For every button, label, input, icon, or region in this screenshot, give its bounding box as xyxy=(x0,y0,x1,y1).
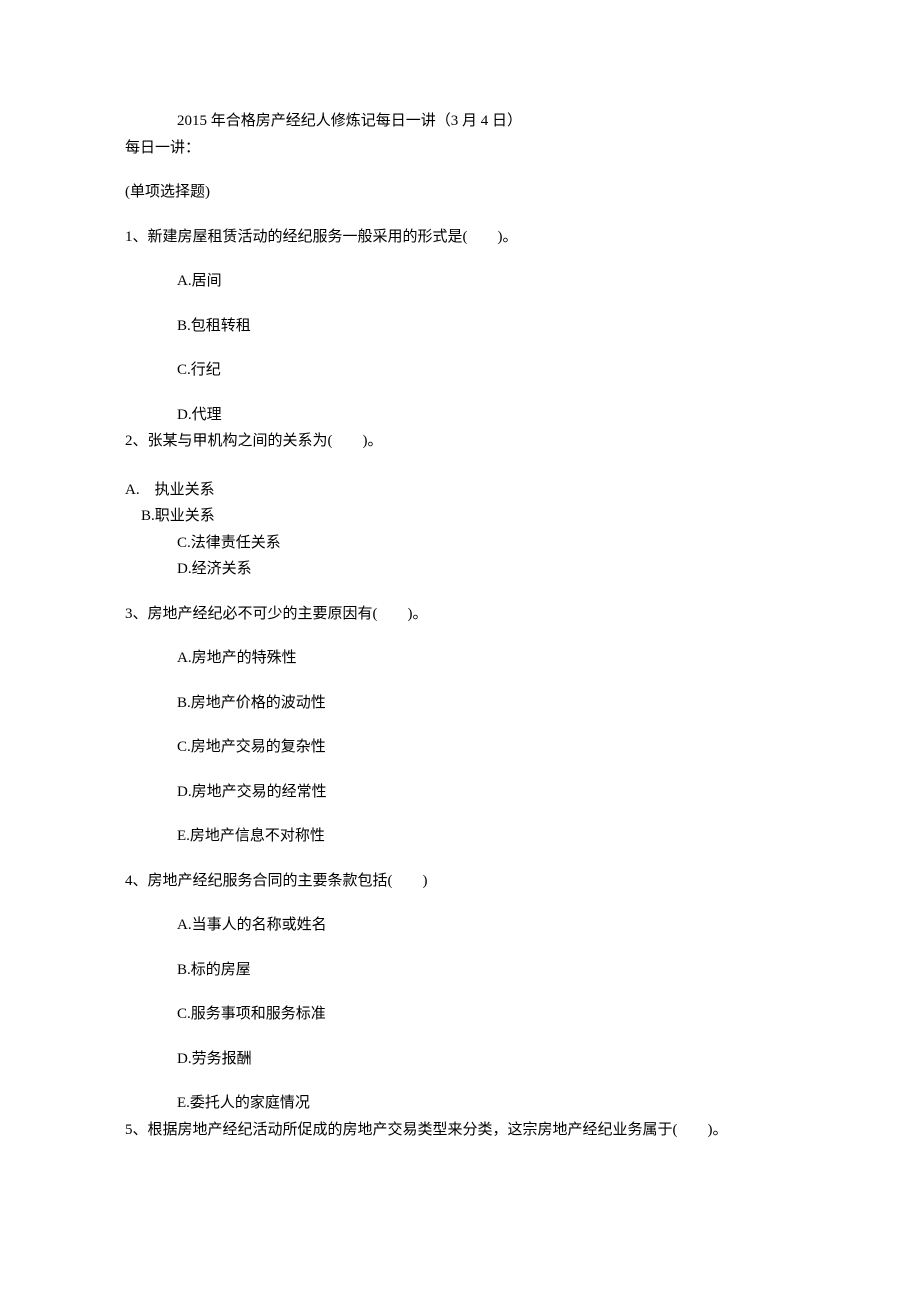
question-3-stem: 3、房地产经纪必不可少的主要原因有( )。 xyxy=(125,603,795,626)
question-4-stem: 4、房地产经纪服务合同的主要条款包括( ) xyxy=(125,870,795,893)
question-2-stem: 2、张某与甲机构之间的关系为( )。 xyxy=(125,430,795,453)
question-4-option-a: A.当事人的名称或姓名 xyxy=(177,914,795,937)
question-1-option-a: A.居间 xyxy=(177,270,795,293)
question-3-option-d: D.房地产交易的经常性 xyxy=(177,781,795,804)
question-4-option-e: E.委托人的家庭情况 xyxy=(177,1092,795,1115)
question-2-option-c: C.法律责任关系 xyxy=(177,532,795,555)
question-4-option-d: D.劳务报酬 xyxy=(177,1048,795,1071)
question-1-option-b: B.包租转租 xyxy=(177,315,795,338)
question-2-option-b: B.职业关系 xyxy=(141,505,795,528)
question-1-option-d: D.代理 xyxy=(177,404,795,427)
question-3-option-e: E.房地产信息不对称性 xyxy=(177,825,795,848)
question-5-stem: 5、根据房地产经纪活动所促成的房地产交易类型来分类，这宗房地产经纪业务属于( )… xyxy=(125,1119,795,1142)
section-label: (单项选择题) xyxy=(125,181,795,204)
question-2-option-a: A. 执业关系 xyxy=(125,479,795,502)
question-3-option-a: A.房地产的特殊性 xyxy=(177,647,795,670)
subtitle: 每日一讲： xyxy=(125,137,795,160)
document-title: 2015 年合格房产经纪人修炼记每日一讲（3 月 4 日） xyxy=(177,110,795,133)
question-4-option-c: C.服务事项和服务标准 xyxy=(177,1003,795,1026)
question-1-stem: 1、新建房屋租赁活动的经纪服务一般采用的形式是( )。 xyxy=(125,226,795,249)
question-1-option-c: C.行纪 xyxy=(177,359,795,382)
question-3-option-b: B.房地产价格的波动性 xyxy=(177,692,795,715)
question-3-option-c: C.房地产交易的复杂性 xyxy=(177,736,795,759)
question-2-option-d: D.经济关系 xyxy=(177,558,795,581)
question-4-option-b: B.标的房屋 xyxy=(177,959,795,982)
